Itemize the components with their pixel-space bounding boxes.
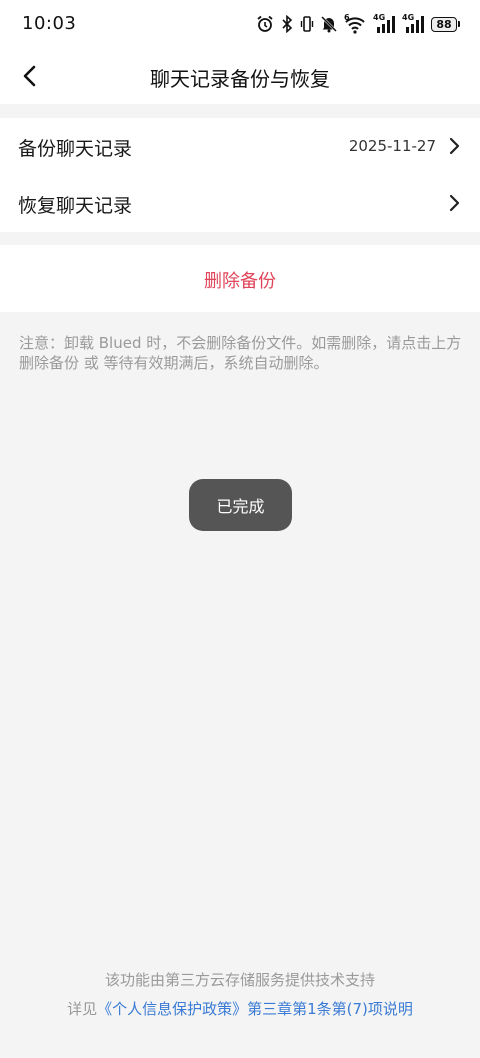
backup-chat-label: 备份聊天记录 xyxy=(18,138,133,160)
delete-backup-label: 删除备份 xyxy=(204,271,276,292)
signal-icon: 4G xyxy=(373,13,395,35)
network-type: 4G xyxy=(373,13,386,22)
vibrate-icon xyxy=(300,15,314,33)
wifi-tag: 6 xyxy=(344,13,350,22)
footer-support-text: 该功能由第三方云存储服务提供技术支持 xyxy=(104,971,375,989)
alarm-icon xyxy=(256,15,274,33)
backup-chat-row[interactable]: 备份聊天记录 2025-11-27 xyxy=(0,118,480,175)
privacy-policy-link[interactable]: 《个人信息保护政策》第三章第1条第(7)项说明 xyxy=(97,1000,413,1018)
settings-card: 备份聊天记录 2025-11-27 恢复聊天记录 xyxy=(0,118,480,232)
delete-backup-button[interactable]: 删除备份 xyxy=(0,245,480,312)
mute-icon xyxy=(321,15,337,33)
bluetooth-icon xyxy=(281,15,293,33)
app-header: 聊天记录备份与恢复 xyxy=(0,48,480,104)
note-text: 注意：卸载 Blued 时，不会删除备份文件。如需删除，请点击上方删除备份 或 … xyxy=(19,334,462,372)
backup-date: 2025-11-27 xyxy=(348,137,436,155)
page-title: 聊天记录备份与恢复 xyxy=(150,67,330,91)
restore-chat-row[interactable]: 恢复聊天记录 xyxy=(0,175,480,232)
chevron-right-icon xyxy=(449,194,460,212)
status-icons: 6 4G 4G 88 xyxy=(256,13,460,35)
restore-chat-label: 恢复聊天记录 xyxy=(18,195,133,217)
toast-message: 已完成 xyxy=(189,479,292,531)
page: 10:03 6 4G 4G 88 聊天记录备份与恢复 备份聊天记录 2025-1… xyxy=(0,0,480,1058)
wifi-icon: 6 xyxy=(344,13,366,35)
status-time: 10:03 xyxy=(22,13,77,34)
battery-level: 88 xyxy=(431,16,457,32)
status-bar: 10:03 6 4G 4G 88 xyxy=(0,0,480,48)
battery-icon: 88 xyxy=(431,16,460,32)
signal-icon: 4G xyxy=(402,13,424,35)
footer-policy-line: 详见《个人信息保护政策》第三章第1条第(7)项说明 xyxy=(0,998,480,1019)
footer-prefix: 详见 xyxy=(67,1000,98,1018)
battery-nub xyxy=(458,21,460,27)
network-type: 4G xyxy=(402,13,415,22)
chevron-right-icon xyxy=(449,137,460,155)
